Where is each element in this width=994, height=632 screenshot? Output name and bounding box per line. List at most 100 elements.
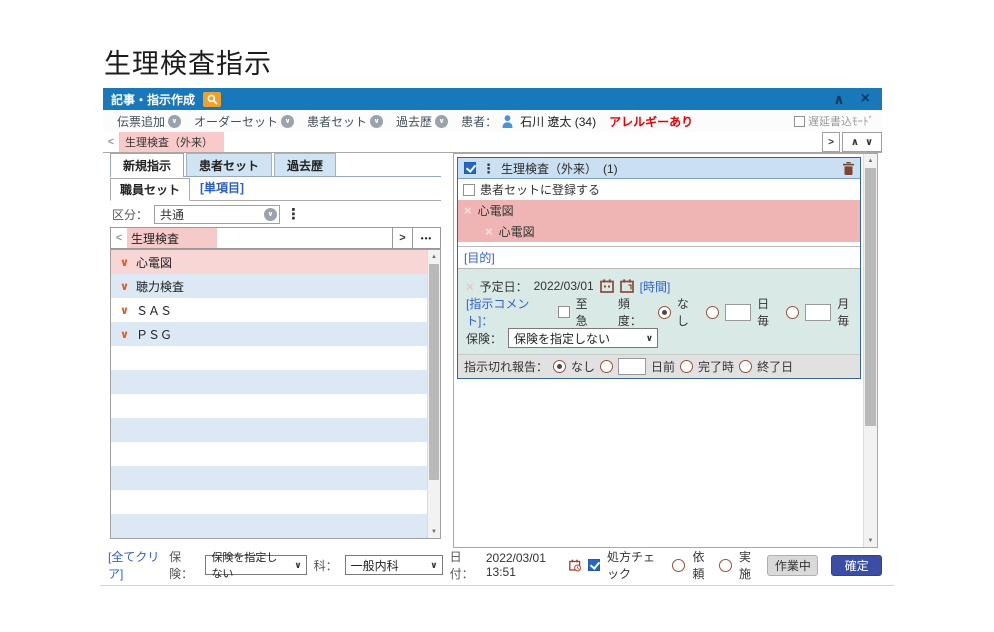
list-item[interactable]: ∨ 聴力検査 bbox=[111, 274, 440, 298]
chevron-down-icon[interactable]: ∨ bbox=[865, 137, 873, 148]
list-empty-row bbox=[111, 394, 440, 418]
execute-radio[interactable] bbox=[719, 559, 732, 572]
scroll-down-icon[interactable]: ▼ bbox=[428, 525, 440, 538]
trash-icon[interactable] bbox=[843, 162, 854, 175]
search-input-blank[interactable] bbox=[217, 228, 392, 248]
list-item[interactable]: ∨ ＳＡＳ bbox=[111, 298, 440, 322]
department-select[interactable]: 一般内科 ∨ bbox=[345, 555, 443, 575]
request-radio[interactable] bbox=[672, 559, 685, 572]
slip-add-dropdown[interactable]: 伝票追加 ∨ bbox=[117, 113, 181, 130]
department-label: 科： bbox=[314, 557, 338, 574]
insurance-select[interactable]: 保険を指定しない ∨ bbox=[205, 555, 306, 575]
chevron-down-icon: ∨ bbox=[168, 115, 181, 128]
tabstrip-back-button[interactable]: < bbox=[103, 132, 120, 152]
delay-write-checkbox[interactable]: 遅延書込ﾓｰﾄﾞ bbox=[794, 113, 874, 129]
patient-set-dropdown[interactable]: 患者セット ∨ bbox=[307, 113, 383, 130]
order-set-dropdown[interactable]: オーダーセット ∨ bbox=[194, 113, 294, 130]
order-tab-active[interactable]: 生理検査（外来） bbox=[120, 132, 224, 152]
list-item[interactable]: ∨ 心電図 bbox=[111, 250, 440, 274]
search-next-button[interactable]: > bbox=[392, 228, 412, 248]
freq-daily-label: 日毎 bbox=[757, 295, 780, 329]
patient-name[interactable]: 石川 遼太 (34) bbox=[520, 113, 596, 130]
scrollbar-thumb[interactable] bbox=[865, 168, 876, 426]
calendar-clock-icon[interactable] bbox=[569, 558, 581, 573]
remove-x-icon[interactable]: × bbox=[485, 224, 493, 239]
tab-patient-set[interactable]: 患者セット bbox=[186, 153, 272, 176]
list-item-label: 心電図 bbox=[136, 254, 172, 271]
chevron-down-icon: ∨ bbox=[264, 208, 277, 221]
order-item-name: 心電図 bbox=[499, 223, 535, 240]
insurance-label: 保険： bbox=[169, 548, 198, 582]
single-item-link[interactable]: [単項目] bbox=[200, 179, 244, 196]
expire-end-radio[interactable] bbox=[739, 360, 752, 373]
calendar-icon[interactable] bbox=[600, 279, 614, 293]
minimize-icon[interactable]: ∧ bbox=[833, 92, 844, 106]
search-button[interactable] bbox=[203, 92, 221, 107]
scroll-up-icon[interactable]: ▲ bbox=[864, 154, 877, 167]
freq-monthly-radio[interactable] bbox=[786, 306, 799, 319]
list-empty-row bbox=[111, 418, 440, 442]
menu-dots-icon[interactable]: ⋮ bbox=[482, 162, 495, 175]
rx-check-checkbox[interactable] bbox=[588, 559, 600, 571]
remove-x-icon[interactable]: × bbox=[466, 279, 474, 294]
clear-all-link[interactable]: [全てクリア] bbox=[108, 548, 162, 582]
date-value[interactable]: 2022/03/01 13:51 bbox=[486, 551, 562, 579]
tabstrip-updown-buttons[interactable]: ∧ ∨ bbox=[842, 132, 882, 152]
expire-days-radio[interactable] bbox=[600, 360, 613, 373]
purpose-link[interactable]: [目的] bbox=[464, 249, 495, 266]
toolbar: 伝票追加 ∨ オーダーセット ∨ 患者セット ∨ 過去歴 ∨ 患者： 石川 遼太… bbox=[103, 110, 882, 132]
expire-complete-label: 完了時 bbox=[698, 358, 734, 375]
order-card-title: 生理検査（外来） (1) bbox=[501, 160, 618, 177]
scroll-up-icon[interactable]: ▲ bbox=[428, 250, 440, 263]
scroll-down-icon[interactable]: ▼ bbox=[864, 534, 877, 547]
freq-daily-radio[interactable] bbox=[706, 306, 719, 319]
comment-frequency-row: [指示コメント]： 至急 頻度： なし 日毎 月毎 bbox=[458, 299, 860, 325]
tab-new-order[interactable]: 新規指示 bbox=[110, 153, 184, 176]
order-set-list: ∨ 心電図 ∨ 聴力検査 ∨ ＳＡＳ ∨ ＰＳＧ bbox=[110, 249, 441, 539]
urgent-checkbox[interactable] bbox=[558, 306, 570, 318]
order-item[interactable]: × 心電図 bbox=[458, 200, 860, 221]
order-item-name: 心電図 bbox=[478, 202, 514, 219]
comment-link[interactable]: [指示コメント]： bbox=[466, 295, 552, 329]
menu-dots-icon[interactable]: ⋮ bbox=[286, 207, 301, 222]
register-patient-set-row[interactable]: 患者セットに登録する bbox=[458, 179, 860, 200]
page-title: 生理検査指示 bbox=[104, 42, 272, 81]
working-button[interactable]: 作業中 bbox=[767, 555, 818, 576]
list-empty-row bbox=[111, 466, 440, 490]
freq-daily-input[interactable] bbox=[725, 304, 752, 321]
confirm-button[interactable]: 確定 bbox=[831, 555, 882, 576]
search-input[interactable]: 生理検査 bbox=[127, 228, 217, 248]
time-link[interactable]: [時間] bbox=[640, 278, 671, 295]
order-sub-item[interactable]: × 心電図 bbox=[458, 221, 860, 242]
insurance-select[interactable]: 保険を指定しない ∨ bbox=[508, 328, 658, 348]
patient-label: 患者： bbox=[461, 113, 497, 130]
category-select[interactable]: 共通 ∨ bbox=[154, 205, 280, 224]
freq-none-radio[interactable] bbox=[658, 306, 671, 319]
order-checkbox[interactable] bbox=[464, 162, 476, 174]
date-label: 日付： bbox=[450, 548, 479, 582]
schedule-date[interactable]: 2022/03/01 bbox=[534, 279, 594, 293]
chevron-up-icon[interactable]: ∧ bbox=[851, 137, 859, 148]
panel-scrollbar[interactable]: ▲ ▼ bbox=[863, 154, 877, 547]
remove-x-icon[interactable]: × bbox=[464, 203, 472, 218]
list-empty-row bbox=[111, 490, 440, 514]
history-dropdown[interactable]: 過去歴 ∨ bbox=[396, 113, 448, 130]
close-icon[interactable]: × bbox=[861, 91, 870, 107]
freq-monthly-input[interactable] bbox=[805, 304, 832, 321]
freq-none-label: なし bbox=[677, 295, 700, 329]
scrollbar-thumb[interactable] bbox=[429, 264, 439, 480]
search-back-button[interactable]: < bbox=[111, 228, 127, 248]
slip-add-label: 伝票追加 bbox=[117, 113, 165, 130]
expire-none-radio[interactable] bbox=[553, 360, 566, 373]
expire-complete-radio[interactable] bbox=[680, 360, 693, 373]
tabstrip-next-button[interactable]: > bbox=[822, 132, 840, 152]
order-card-header: ⋮ 生理検査（外来） (1) bbox=[458, 158, 860, 179]
subtab-staff-set[interactable]: 職員セット bbox=[110, 178, 190, 201]
list-scrollbar[interactable]: ▲ ▼ bbox=[427, 250, 440, 538]
expire-days-input[interactable] bbox=[618, 358, 646, 375]
tab-history[interactable]: 過去歴 bbox=[274, 153, 336, 176]
calendar-icon[interactable] bbox=[620, 279, 634, 293]
left-panel: 新規指示 患者セット 過去歴 職員セット [単項目] 区分： 共通 ∨ ⋮ < … bbox=[110, 153, 441, 539]
more-options-button[interactable]: ••• bbox=[412, 228, 440, 248]
list-item[interactable]: ∨ ＰＳＧ bbox=[111, 322, 440, 346]
